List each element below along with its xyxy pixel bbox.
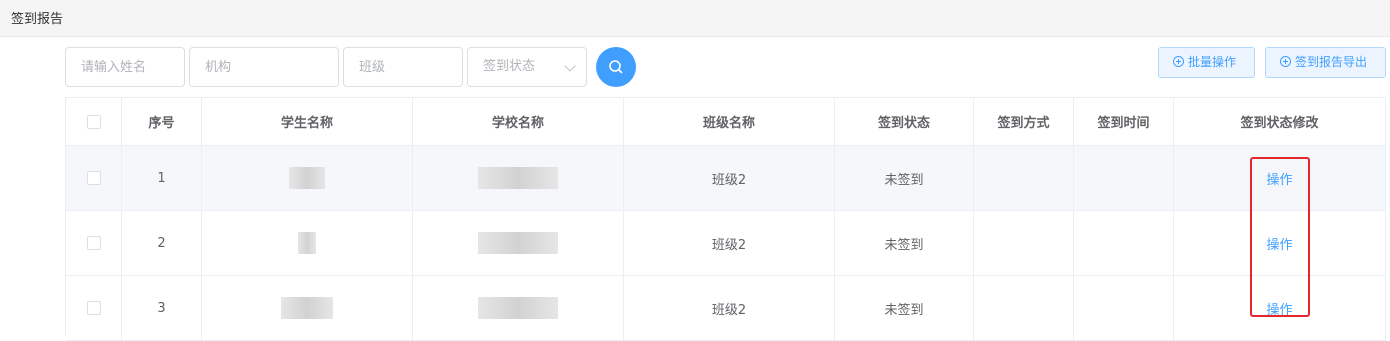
column-header: 签到时间: [1074, 98, 1174, 146]
status-select-placeholder: 签到状态: [483, 59, 536, 74]
plus-circle-icon: [1173, 56, 1184, 67]
operate-link[interactable]: 操作: [1266, 234, 1292, 253]
redacted-text: [478, 232, 558, 254]
row-select[interactable]: [66, 276, 122, 341]
table-header: 序号 学生名称 学校名称 班级名称 签到状态 签到方式 签到时间 签到状态修改: [66, 98, 1386, 146]
table-row: 1 班级2 未签到 操作: [66, 146, 1386, 211]
status-edit-cell: 操作: [1174, 276, 1386, 341]
signin-status: 未签到: [835, 211, 974, 276]
column-header: 班级名称: [624, 98, 835, 146]
signin-method: [974, 276, 1074, 341]
school-name: [413, 146, 624, 211]
redacted-text: [289, 167, 325, 189]
checkbox[interactable]: [86, 114, 101, 129]
class-name: 班级2: [624, 276, 835, 341]
signin-status: 未签到: [835, 276, 974, 341]
header-select-all[interactable]: [66, 98, 122, 146]
checkbox[interactable]: [86, 301, 101, 315]
student-name: [202, 211, 413, 276]
signin-time: [1074, 276, 1174, 341]
batch-operation-button[interactable]: 批量操作: [1158, 47, 1255, 78]
status-edit-cell: 操作: [1174, 146, 1386, 211]
table-row: 3 班级2 未签到 操作: [66, 276, 1386, 341]
column-header: 签到方式: [974, 98, 1074, 146]
student-name: [202, 276, 413, 341]
redacted-text: [298, 232, 316, 254]
row-index: 2: [122, 211, 202, 276]
operate-link[interactable]: 操作: [1266, 299, 1292, 318]
table-row: 2 班级2 未签到 操作: [66, 211, 1386, 276]
search-button[interactable]: [596, 47, 636, 87]
class-name: 班级2: [624, 211, 835, 276]
redacted-text: [478, 167, 558, 189]
checkbox[interactable]: [86, 236, 101, 250]
export-report-label: 签到报告导出: [1295, 55, 1368, 69]
status-select[interactable]: 签到状态: [467, 47, 587, 87]
class-name: 班级2: [624, 146, 835, 211]
chevron-down-icon: [564, 60, 576, 72]
checkbox[interactable]: [86, 171, 101, 185]
export-report-button[interactable]: 签到报告导出: [1265, 47, 1386, 78]
name-input[interactable]: [65, 47, 185, 87]
redacted-text: [281, 297, 333, 319]
redacted-text: [478, 297, 558, 319]
student-name: [202, 146, 413, 211]
search-icon: [609, 60, 623, 74]
class-input[interactable]: [343, 47, 463, 87]
signin-time: [1074, 146, 1174, 211]
page-header: 签到报告: [0, 0, 1390, 37]
row-select[interactable]: [66, 146, 122, 211]
row-index: 3: [122, 276, 202, 341]
column-header: 签到状态修改: [1174, 98, 1386, 146]
signin-method: [974, 211, 1074, 276]
school-name: [413, 211, 624, 276]
column-header: 学校名称: [413, 98, 624, 146]
org-input-field[interactable]: [205, 48, 338, 86]
row-select[interactable]: [66, 211, 122, 276]
class-input-field[interactable]: [359, 48, 462, 86]
name-input-field[interactable]: [81, 48, 184, 86]
status-edit-cell: 操作: [1174, 211, 1386, 276]
column-header: 学生名称: [202, 98, 413, 146]
column-header: 序号: [122, 98, 202, 146]
signin-time: [1074, 211, 1174, 276]
signin-status: 未签到: [835, 146, 974, 211]
row-index: 1: [122, 146, 202, 211]
batch-operation-label: 批量操作: [1188, 55, 1237, 69]
plus-circle-icon: [1280, 56, 1291, 67]
page-title: 签到报告: [11, 12, 64, 27]
org-input[interactable]: [189, 47, 339, 87]
attendance-table: 序号 学生名称 学校名称 班级名称 签到状态 签到方式 签到时间 签到状态修改 …: [65, 97, 1386, 341]
school-name: [413, 276, 624, 341]
operate-link[interactable]: 操作: [1266, 169, 1292, 188]
signin-method: [974, 146, 1074, 211]
column-header: 签到状态: [835, 98, 974, 146]
